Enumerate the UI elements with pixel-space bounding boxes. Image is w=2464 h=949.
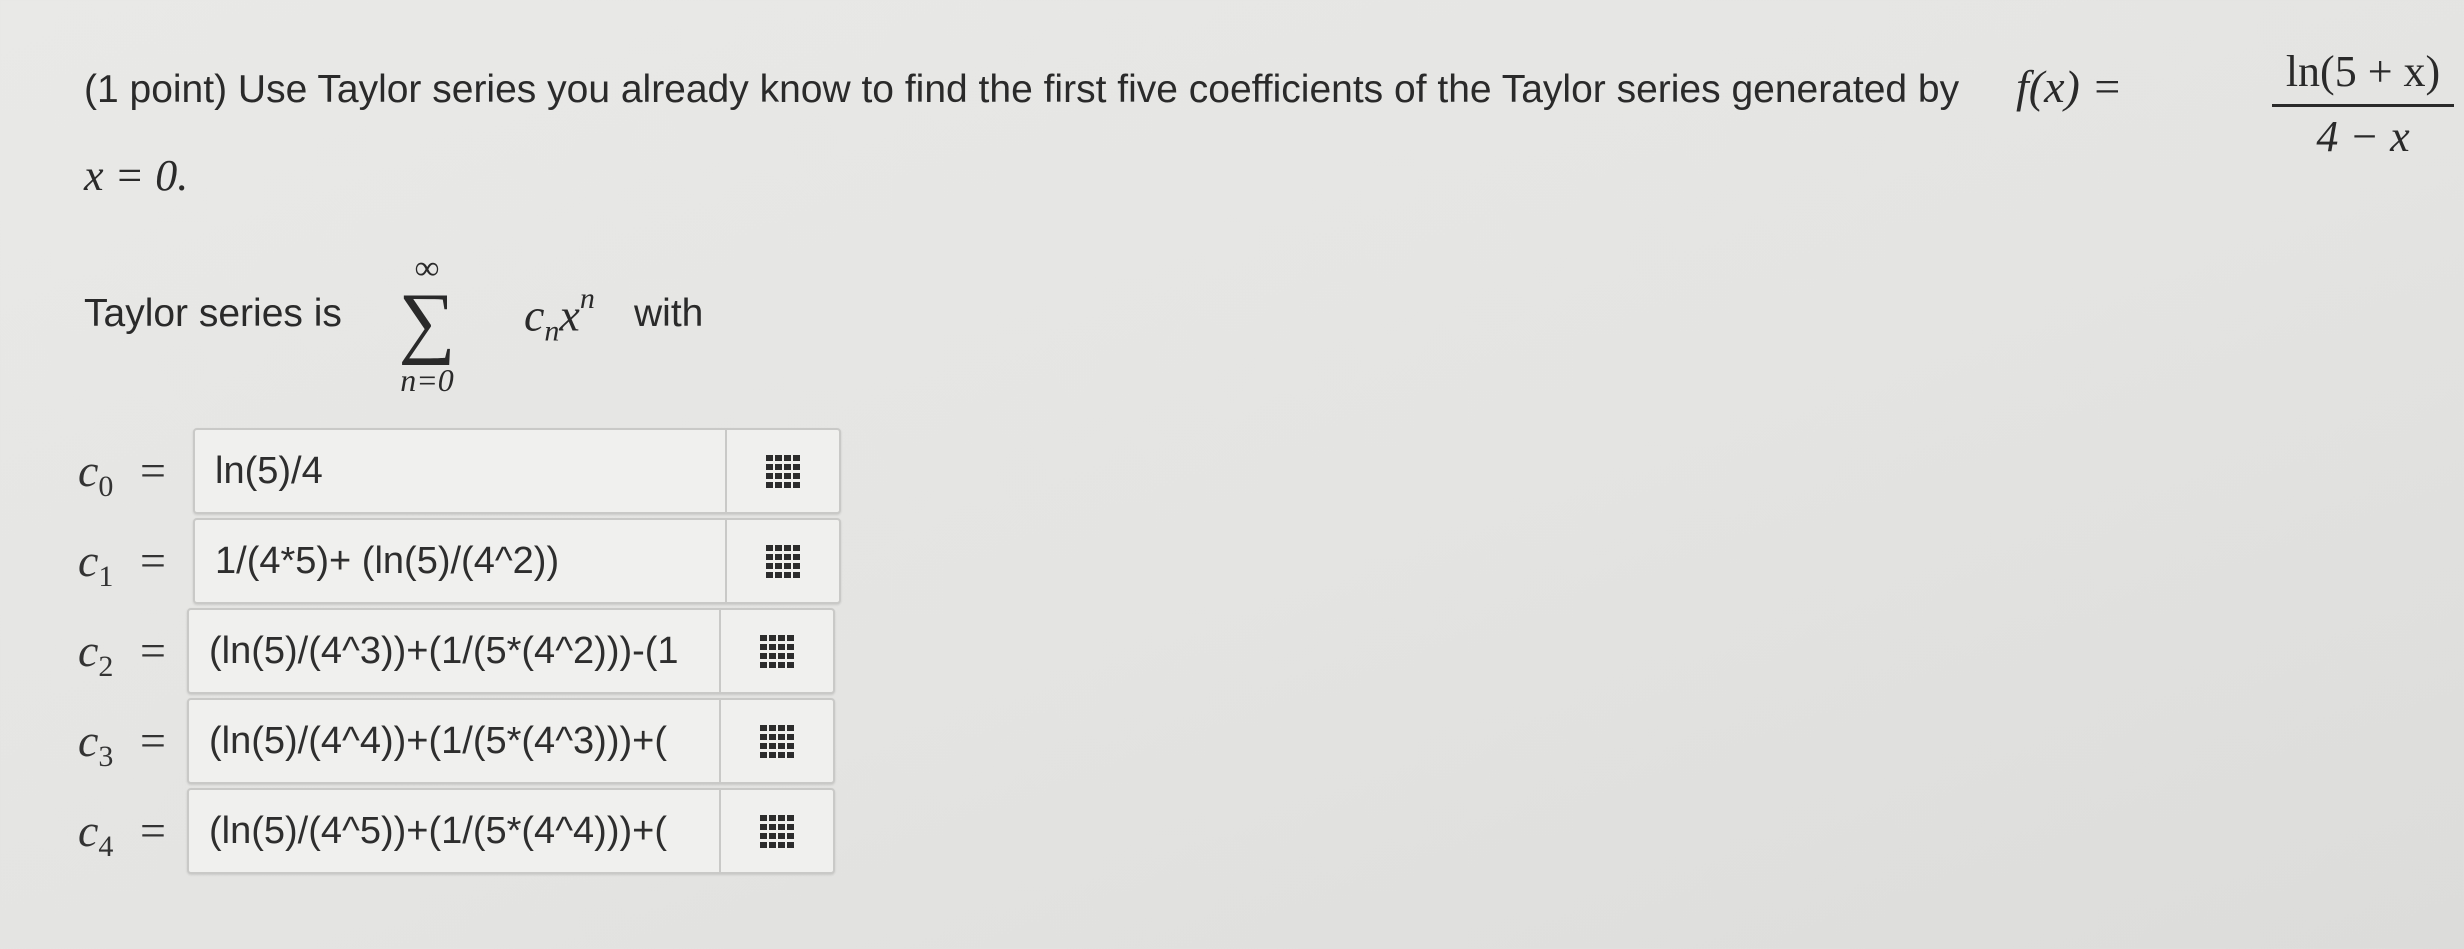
coefficient-row: c4 = [0,788,860,878]
coefficient-index: 2 [98,650,114,684]
equals-sign: = [140,625,166,676]
term-coef: c [524,289,545,341]
coefficient-row: c0 = [0,428,860,518]
equals-sign: = [140,535,166,586]
problem-statement: (1 point) Use Taylor series you already … [84,50,2454,198]
coefficient-input[interactable] [195,430,725,512]
function-fraction: ln(5 + x) 4 − x [2272,50,2454,159]
series-term: cnxn [524,282,595,349]
equals-sign: = [140,445,166,496]
problem-intro: (1 point) Use Taylor series you already … [84,68,1960,111]
coefficient-input[interactable] [195,520,725,602]
coefficient-index: 3 [98,740,114,774]
term-variable: x [559,289,580,341]
coefficient-label: c1 [78,534,113,594]
coefficient-input[interactable] [189,790,719,872]
term-exponent: n [579,282,595,315]
equation-editor-button[interactable] [719,700,833,782]
equation-editor-button[interactable] [719,790,833,872]
answer-field[interactable] [187,788,835,874]
equation-editor-button[interactable] [725,520,839,602]
answer-field[interactable] [187,698,835,784]
coefficient-symbol: c [78,625,99,676]
coefficient-index: 4 [98,830,114,864]
equals-sign: = [140,715,166,766]
answer-field[interactable] [187,608,835,694]
coefficient-input[interactable] [189,610,719,692]
coefficient-label: c0 [78,444,113,504]
taylor-label: Taylor series is [84,292,342,335]
answer-field[interactable] [193,428,841,514]
coefficient-label: c2 [78,624,113,684]
summation: ∞ ∑ n=0 [362,250,492,399]
grid-icon [760,814,794,848]
fraction-numerator: ln(5 + x) [2285,47,2441,96]
taylor-series-statement: Taylor series is ∞ ∑ n=0 cnxn with [84,250,784,398]
coefficient-symbol: c [78,805,99,856]
equation-editor-button[interactable] [719,610,833,692]
equation-editor-button[interactable] [725,430,839,512]
coefficient-input[interactable] [189,700,719,782]
problem-line-1: (1 point) Use Taylor series you already … [84,50,2454,159]
term-coef-subscript: n [544,314,560,348]
coefficient-index: 0 [98,470,114,504]
coefficient-index: 1 [98,560,114,594]
sum-lower-limit: n=0 [400,362,454,398]
equals-sign: = [140,805,166,856]
sigma-symbol: ∑ [398,278,456,366]
grid-icon [760,634,794,668]
coefficient-symbol: c [78,535,99,586]
coefficient-label: c3 [78,714,113,774]
coefficient-row: c3 = [0,698,860,788]
coefficient-row: c2 = [0,608,860,698]
grid-icon [766,454,800,488]
coefficient-row: c1 = [0,518,860,608]
coefficient-label: c4 [78,804,113,864]
taylor-with: with [634,292,704,335]
grid-icon [760,724,794,758]
function-lhs: f(x) = [2016,61,2123,112]
fraction-bar [2272,104,2454,107]
answer-field[interactable] [193,518,841,604]
coefficient-symbol: c [78,715,99,766]
coefficient-symbol: c [78,445,99,496]
grid-icon [766,544,800,578]
fraction-denominator: 4 − x [2316,112,2410,161]
problem-point: x = 0. [84,151,189,200]
